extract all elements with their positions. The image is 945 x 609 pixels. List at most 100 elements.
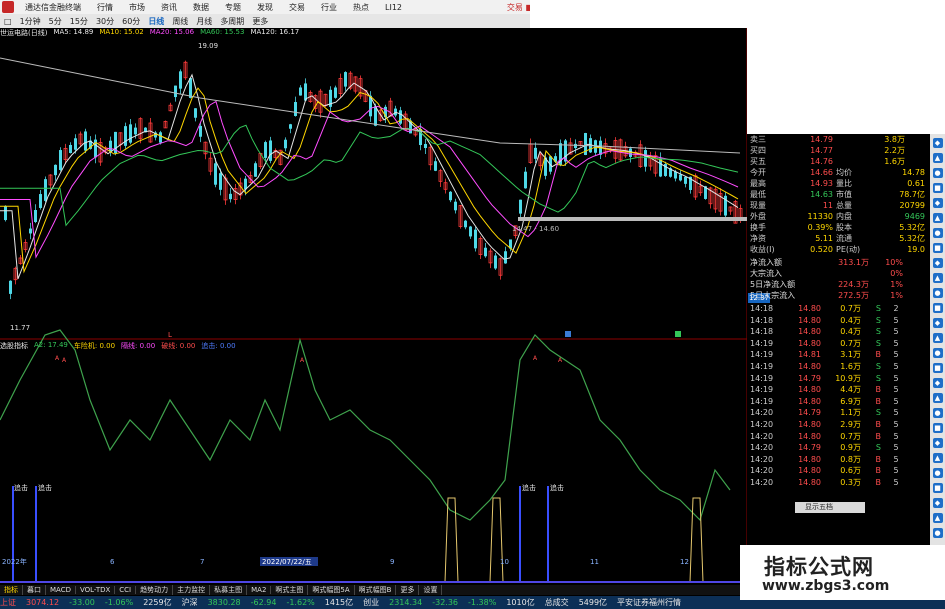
tool-icon-7[interactable]: ● (932, 228, 943, 238)
period-daily[interactable]: 日线 (144, 16, 168, 27)
tool-icon-1[interactable]: ◆ (932, 138, 943, 148)
tick-volume: 0.9万 (840, 443, 861, 453)
tick-side: B (875, 466, 882, 476)
tick-volume: 0.4万 (840, 315, 861, 325)
tool-icon-10[interactable]: ▲ (932, 273, 943, 283)
tool-icon-25[interactable]: ◆ (932, 498, 943, 508)
kline-chart[interactable]: 14.47 - 14.60 19.09 11.77 16.5016.0015.5… (0, 28, 747, 585)
xaxis-tick-label: 9 (390, 558, 394, 566)
tick-count: 5 (893, 373, 899, 383)
tool-icon-23[interactable]: ● (932, 468, 943, 478)
menu-item-data[interactable]: 数据 (185, 2, 217, 13)
watermark-title: 指标公式网 (764, 555, 874, 579)
menu-item-discover[interactable]: 发现 (249, 2, 281, 13)
menu-item-topic[interactable]: 专题 (217, 2, 249, 13)
tab-trend[interactable]: 趋势动力 (136, 585, 174, 595)
tab-subb[interactable]: 啊式幅图B (355, 585, 397, 595)
cy-value: 2314.34 (389, 598, 423, 607)
tab-sub5a[interactable]: 啊式幅图5A (308, 585, 355, 595)
tick-side: S (875, 408, 881, 418)
tick-time: 14:20 (750, 466, 774, 476)
candle-body (494, 255, 497, 269)
period-5min[interactable]: 5分 (45, 16, 66, 27)
tool-icon-14[interactable]: ▲ (932, 333, 943, 343)
sz-label[interactable]: 沪深 (182, 597, 198, 608)
candle-body (4, 205, 7, 221)
menu-item-hot[interactable]: 热点 (345, 2, 377, 13)
tool-icon-13[interactable]: ◆ (932, 318, 943, 328)
tab-settings[interactable]: 设置 (419, 585, 443, 595)
tool-icon-18[interactable]: ▲ (932, 393, 943, 403)
signal-bar (547, 486, 549, 582)
tab-macd[interactable]: MACD (46, 586, 76, 594)
tool-icon-22[interactable]: ▲ (932, 453, 943, 463)
menu-item-hq[interactable]: 行情 (89, 2, 121, 13)
menu-item-market[interactable]: 市场 (121, 2, 153, 13)
tool-icon-19[interactable]: ● (932, 408, 943, 418)
tab-cci[interactable]: CCI (115, 586, 137, 594)
tool-icon-3[interactable]: ● (932, 168, 943, 178)
tick-time: 14:20 (750, 477, 774, 487)
tool-icon-11[interactable]: ● (932, 288, 943, 298)
tab-monitor[interactable]: 主力监控 (173, 585, 211, 595)
tool-icon-6[interactable]: ▲ (932, 213, 943, 223)
show-five-levels-button[interactable]: 显示五档 (795, 502, 865, 513)
menu-item-news[interactable]: 资讯 (153, 2, 185, 13)
candle-body (464, 220, 467, 228)
order-price: 14.76 (810, 157, 833, 166)
period-30min[interactable]: 30分 (92, 16, 118, 27)
period-more[interactable]: 更多 (248, 16, 272, 27)
tool-icon-24[interactable]: ■ (932, 483, 943, 493)
tool-icon-20[interactable]: ■ (932, 423, 943, 433)
tab-more[interactable]: 更多 (396, 585, 420, 595)
tab-vol[interactable]: VOL-TDX (76, 586, 116, 594)
stat-val-2: 5.32亿 (899, 234, 925, 243)
period-15min[interactable]: 15分 (66, 16, 92, 27)
tab-window[interactable]: 暮口 (23, 585, 46, 595)
cy-label[interactable]: 创业 (363, 597, 379, 608)
signal-label: 追击 (38, 483, 52, 492)
tool-icon-4[interactable]: ■ (932, 183, 943, 193)
tool-icon-2[interactable]: ▲ (932, 153, 943, 163)
tick-price: 14.80 (798, 385, 821, 395)
tab-indicator[interactable]: 指标 (0, 585, 23, 595)
stat-key-2: 流通 (836, 234, 852, 243)
menu-item-industry[interactable]: 行业 (313, 2, 345, 13)
tick-row: 14:19 14.80 1.6万 S 5 (747, 361, 930, 373)
candle-body (159, 132, 162, 143)
period-60min[interactable]: 60分 (118, 16, 144, 27)
marker-l: L (168, 331, 172, 339)
menu-item-li12[interactable]: LI12 (377, 3, 410, 12)
tool-icon-27[interactable]: ● (932, 528, 943, 538)
tool-icon-9[interactable]: ◆ (932, 258, 943, 268)
tab-private[interactable]: 私募主图 (210, 585, 248, 595)
period-monthly[interactable]: 月线 (192, 16, 216, 27)
period-weekly[interactable]: 周线 (168, 16, 192, 27)
indicator-s4: 追击: 0.00 (201, 342, 236, 350)
tool-icon-8[interactable]: ■ (932, 243, 943, 253)
period-toggle[interactable]: □ (0, 17, 16, 26)
tool-icon-16[interactable]: ■ (932, 363, 943, 373)
order-row: 买四 14.77 2.2万 (747, 145, 930, 156)
tool-icon-12[interactable]: ■ (932, 303, 943, 313)
candle-body (344, 72, 347, 87)
tab-main[interactable]: 啊式主图 (271, 585, 309, 595)
tool-icon-21[interactable]: ◆ (932, 438, 943, 448)
stock-name: 世运电路(日线) (0, 29, 48, 37)
candle-body (219, 173, 222, 190)
stat-val-2: 14.78 (902, 168, 925, 177)
tool-icon-15[interactable]: ● (932, 348, 943, 358)
stat-key-2: 均价 (836, 168, 852, 177)
tool-icon-5[interactable]: ◆ (932, 198, 943, 208)
menu-item-trade[interactable]: 交易 (281, 2, 313, 13)
sh-label[interactable]: 上证 (0, 597, 16, 608)
tick-side: S (875, 315, 881, 325)
watermark: 指标公式网 www.zbgs3.com (740, 545, 945, 600)
period-multi[interactable]: 多周期 (216, 16, 248, 27)
flow-label: 大宗流入 (750, 269, 782, 278)
tab-ma2[interactable]: MA2 (247, 586, 272, 594)
tool-icon-26[interactable]: ▲ (932, 513, 943, 523)
period-1min[interactable]: 1分钟 (16, 16, 45, 27)
flow-value (817, 268, 869, 279)
tool-icon-17[interactable]: ◆ (932, 378, 943, 388)
